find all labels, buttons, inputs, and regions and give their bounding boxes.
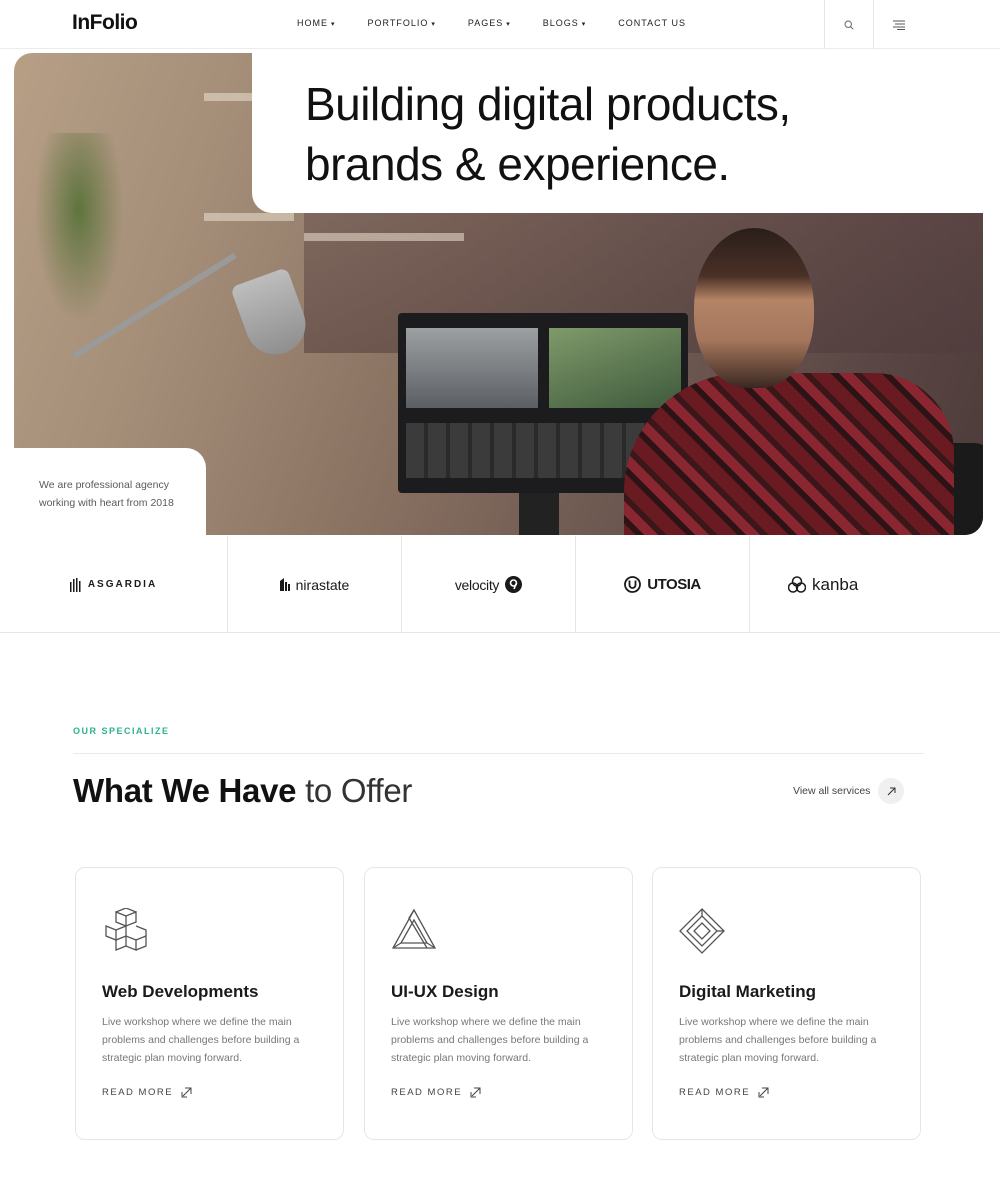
- main-menu: HOME ▾ PORTFOLIO ▾ PAGES ▾ BLOGS ▾ CONTACT U…: [297, 18, 718, 28]
- site-logo[interactable]: InFolio: [72, 11, 138, 35]
- search-button[interactable]: [824, 0, 874, 49]
- hero-tagline: We are professional agency working with …: [39, 479, 174, 509]
- brand-logo-velocity: velocity: [402, 536, 576, 633]
- card-description: Live workshop where we define the main p…: [391, 1016, 589, 1064]
- menu-item-home[interactable]: HOME ▾: [297, 18, 336, 28]
- card-title: Digital Marketing: [679, 982, 816, 1001]
- arrow-icon: [181, 1087, 192, 1098]
- arrow-icon: [470, 1087, 481, 1098]
- brand-logo-asgardia: ASGARDIA: [0, 536, 228, 633]
- kanba-logo-icon: [788, 576, 806, 593]
- chevron-down-icon: ▾: [331, 21, 336, 28]
- menu-item-blogs[interactable]: BLOGS ▾: [543, 18, 587, 28]
- chevron-down-icon: ▾: [581, 21, 587, 28]
- read-more-link[interactable]: READ MORE: [102, 1086, 193, 1098]
- impossible-triangle-icon: [391, 908, 437, 954]
- arrow-up-right-icon: [878, 778, 905, 804]
- chevron-down-icon: ▾: [431, 21, 436, 28]
- search-icon: [844, 19, 854, 30]
- chevron-down-icon: ▾: [506, 21, 511, 28]
- client-logos: ASGARDIA nirastate velocity UTOSIA kanba: [0, 536, 1000, 633]
- hamburger-menu-icon: [893, 20, 905, 30]
- section-eyebrow: OUR SPECIALIZE: [73, 726, 170, 736]
- card-title: UI-UX Design: [391, 982, 499, 1001]
- asgardia-logo-icon: [69, 577, 81, 592]
- top-navbar: InFolio HOME ▾ PORTFOLIO ▾ PAGES ▾ BLOGS ▾ C…: [0, 0, 1000, 49]
- brand-logo-utosia: UTOSIA: [576, 536, 750, 633]
- utosia-logo-icon: [624, 576, 642, 593]
- card-description: Live workshop where we define the main p…: [679, 1016, 877, 1064]
- service-card-web-developments[interactable]: Web Developments Live workshop where we …: [75, 867, 344, 1140]
- section-divider: [73, 753, 924, 754]
- service-card-digital-marketing[interactable]: Digital Marketing Live workshop where we…: [652, 867, 921, 1140]
- menu-item-contact-us[interactable]: CONTACT US: [618, 18, 686, 28]
- velocity-badge-icon: [505, 576, 523, 593]
- brand-logo-nirastate: nirastate: [228, 536, 402, 633]
- view-all-services-link[interactable]: View all services: [793, 778, 905, 804]
- card-title: Web Developments: [102, 982, 259, 1001]
- brand-logo-kanba: kanba: [750, 536, 1000, 633]
- menu-toggle-button[interactable]: [874, 0, 924, 49]
- menu-item-portfolio[interactable]: PORTFOLIO ▾: [368, 18, 436, 28]
- building-icon: [279, 578, 290, 591]
- read-more-link[interactable]: READ MORE: [679, 1086, 770, 1098]
- menu-item-pages[interactable]: PAGES ▾: [468, 18, 511, 28]
- arrow-icon: [758, 1087, 769, 1098]
- hero-title: Building digital products, brands & exper…: [305, 78, 791, 190]
- read-more-link[interactable]: READ MORE: [391, 1086, 482, 1098]
- diamond-frame-icon: [679, 908, 725, 954]
- cube-grid-icon: [102, 907, 148, 954]
- card-description: Live workshop where we define the main p…: [102, 1016, 300, 1064]
- section-title: What We Have to Offer: [73, 772, 413, 809]
- service-card-ui-ux-design[interactable]: UI-UX Design Live workshop where we defi…: [364, 867, 633, 1140]
